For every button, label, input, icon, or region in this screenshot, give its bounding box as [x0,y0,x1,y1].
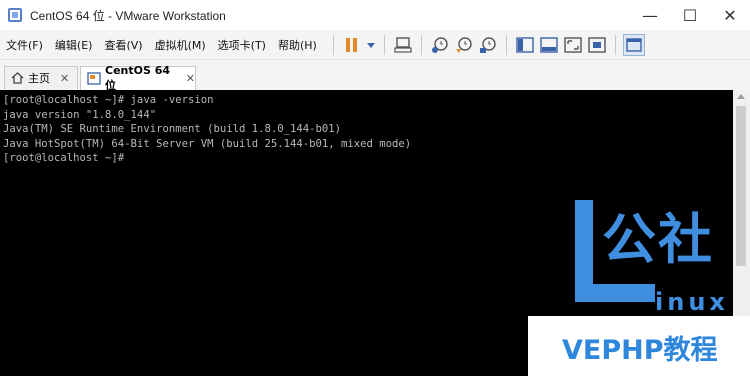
tab-home[interactable]: 主页 ✕ [4,66,78,89]
home-icon [11,72,24,84]
maximize-button[interactable]: ☐ [670,0,710,30]
window-controls: — ☐ ✕ [630,0,750,30]
tab-bar: 主页 ✕ CentOS 64 位 ✕ [0,60,750,92]
pause-icon[interactable] [341,34,363,56]
terminal-line: Java HotSpot(TM) 64-Bit Server VM (build… [3,137,412,150]
watermark-bracket-base [575,284,655,302]
toolbar-separator [505,34,507,55]
terminal-output: [root@localhost ~]# java -version java ve… [3,93,411,166]
menu-view[interactable]: 查看(V) [98,37,148,53]
terminal-line: java version "1.8.0_144" [3,108,157,121]
menu-file[interactable]: 文件(F) [0,37,49,53]
scrollbar-thumb[interactable] [736,106,746,266]
revert-snapshot-icon[interactable] [453,34,475,56]
tab-home-label: 主页 [28,72,50,85]
watermark-text: VEPHP教程 [562,335,718,366]
console-view-icon[interactable] [622,33,645,56]
vmware-app-icon [8,8,22,22]
minimize-button[interactable]: — [630,0,670,30]
toolbar-separator [332,34,334,55]
menu-tabs[interactable]: 选项卡(T) [212,37,272,53]
menu-edit[interactable]: 编辑(E) [49,37,99,53]
close-button[interactable]: ✕ [710,0,750,30]
tab-centos-close-icon[interactable]: ✕ [186,72,195,85]
menu-bar: 文件(F) 编辑(E) 查看(V) 虚拟机(M) 选项卡(T) 帮助(H) [0,30,750,60]
snapshot-manager-icon[interactable] [477,34,499,56]
toolbar-separator [383,34,385,55]
watermark-big-text: 公社 [602,208,714,271]
tab-centos-label: CentOS 64 位 [105,64,171,92]
window-title: CentOS 64 位 - VMware Workstation [30,8,226,23]
terminal-line: Java(TM) SE Runtime Environment (build 1… [3,123,342,136]
unity-icon[interactable] [586,34,608,56]
toolbar-separator [420,34,422,55]
watermark-small-text: inux [655,288,729,316]
sidebar-view-icon[interactable] [514,34,536,56]
toolbar-separator [614,34,616,55]
tab-home-close-icon[interactable]: ✕ [60,72,69,85]
snapshot-icon[interactable] [429,34,451,56]
menu-vm[interactable]: 虚拟机(M) [149,37,212,53]
vm-icon [87,72,101,85]
title-bar: CentOS 64 位 - VMware Workstation — ☐ ✕ [0,0,750,30]
send-keys-icon[interactable] [392,34,414,56]
thumbnail-view-icon[interactable] [538,34,560,56]
toolbar [327,33,646,56]
terminal-line: [root@localhost ~]# java -version [3,94,214,106]
dropdown-arrow-icon[interactable] [365,34,377,56]
terminal-line: [root@localhost ~]# [3,152,131,165]
scroll-up-arrow-icon[interactable] [737,94,745,99]
menu-help[interactable]: 帮助(H) [272,37,323,53]
tab-centos[interactable]: CentOS 64 位 ✕ [80,64,196,92]
fullscreen-icon[interactable] [562,34,584,56]
